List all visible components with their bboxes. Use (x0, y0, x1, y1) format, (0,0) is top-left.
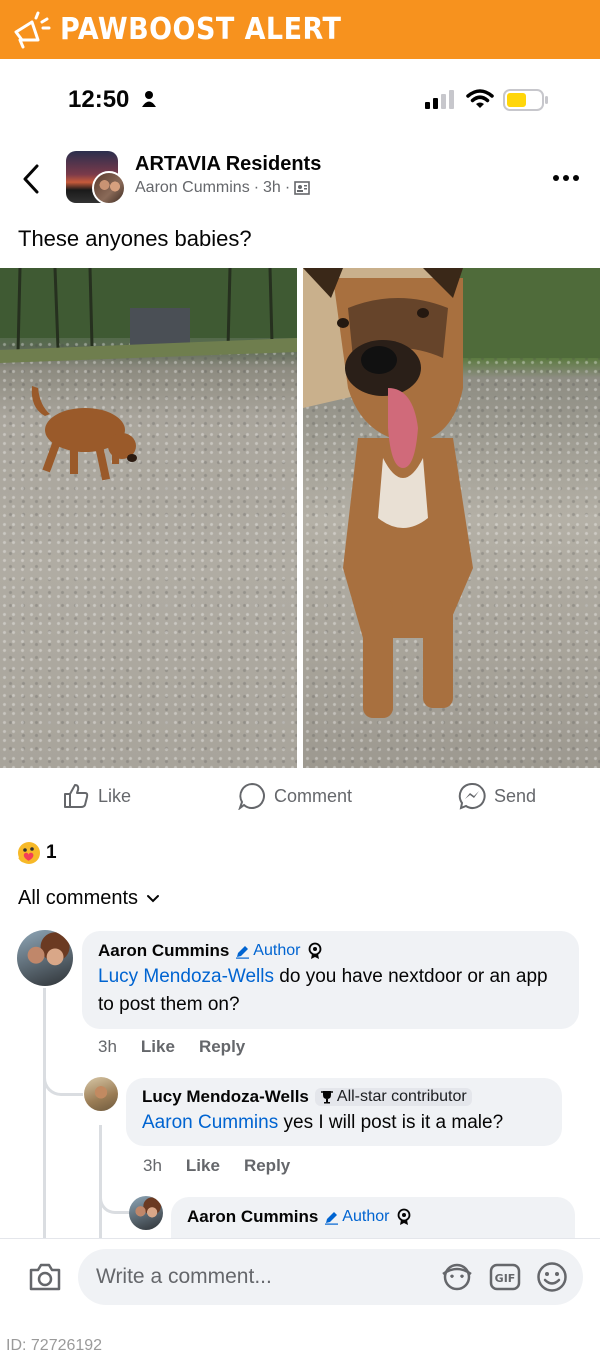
commenter-name[interactable]: Aaron Cummins (187, 1207, 318, 1227)
pencil-icon (236, 945, 250, 959)
camera-icon[interactable] (28, 1262, 62, 1292)
avatar-sticker-icon[interactable] (440, 1262, 474, 1292)
send-button[interactable]: Send (458, 782, 536, 810)
commenter-name[interactable]: Aaron Cummins (98, 941, 229, 961)
send-label: Send (494, 785, 537, 806)
author-badge: Author (235, 942, 300, 960)
comments-sort-dropdown[interactable]: All comments (18, 887, 160, 910)
like-label: Like (98, 785, 132, 806)
award-badge-icon (309, 942, 322, 959)
cellular-signal-icon (425, 90, 454, 109)
award-badge-icon (398, 1208, 411, 1225)
battery-icon (503, 89, 548, 111)
comment-meta: 3h Like Reply (98, 1037, 245, 1057)
trophy-icon (320, 1091, 333, 1104)
mention-link[interactable]: Lucy Mendoza-Wells (98, 966, 274, 987)
author-avatar[interactable] (92, 171, 126, 205)
comment-button[interactable]: Comment (238, 782, 352, 810)
commenter-name[interactable]: Lucy Mendoza-Wells (142, 1087, 309, 1107)
post-photo-1[interactable] (0, 268, 297, 768)
care-reaction-icon (18, 842, 40, 864)
group-avatar[interactable] (66, 151, 126, 205)
comment-reply-button[interactable]: Reply (199, 1037, 245, 1057)
chevron-down-icon (147, 894, 160, 902)
thumbs-up-icon (64, 784, 89, 808)
mention-link[interactable]: Aaron Cummins (142, 1112, 278, 1133)
post-meta: Aaron Cummins · 3h · (135, 179, 310, 197)
like-button[interactable]: Like (62, 782, 131, 810)
thread-connector (43, 1070, 83, 1096)
back-chevron-icon[interactable] (22, 164, 40, 194)
reaction-summary[interactable]: 1 (16, 840, 57, 866)
wifi-icon (466, 89, 494, 108)
reaction-count: 1 (46, 842, 57, 863)
more-options-icon[interactable] (552, 174, 580, 182)
pencil-icon (325, 1211, 339, 1225)
thread-line (99, 1125, 102, 1238)
dog-photo-2-illustration (303, 268, 600, 718)
group-privacy-icon (294, 181, 310, 195)
comment-like-button[interactable]: Like (141, 1037, 175, 1057)
author-badge: Author (324, 1208, 389, 1226)
post-photo-2[interactable] (303, 268, 600, 768)
commenter-avatar[interactable] (129, 1196, 163, 1230)
comment-meta: 3h Like Reply (143, 1156, 290, 1176)
post-author[interactable]: Aaron Cummins (135, 179, 250, 197)
comment-text: yes I will post is it a male? (278, 1112, 504, 1133)
post-actions: Like Comment Send (0, 780, 600, 816)
thread-connector (99, 1190, 129, 1214)
group-name[interactable]: ARTAVIA Residents (135, 153, 321, 176)
post-age: 3h (263, 179, 281, 196)
commenter-avatar[interactable] (17, 930, 73, 986)
comment-reply-button[interactable]: Reply (244, 1156, 290, 1176)
post-header: ARTAVIA Residents Aaron Cummins · 3h · (0, 148, 600, 208)
megaphone-icon (14, 11, 51, 48)
emoji-icon[interactable] (536, 1261, 568, 1293)
commenter-avatar[interactable] (84, 1077, 118, 1111)
person-icon (142, 91, 156, 107)
comment-composer: GIF (0, 1238, 600, 1314)
all-star-badge: All-star contributor (314, 1088, 472, 1106)
comment-bubble: Aaron Cummins Author Lucy Mendoza-Wells … (82, 931, 579, 1029)
comment-bubble: Lucy Mendoza-Wells All-star contributor … (126, 1078, 562, 1146)
status-time: 12:50 (68, 86, 130, 113)
gif-icon[interactable]: GIF (489, 1263, 521, 1291)
thread-line (43, 988, 46, 1238)
alert-title: PAWBOOST ALERT (60, 12, 342, 47)
comment-like-button[interactable]: Like (186, 1156, 220, 1176)
comment-bubble-icon (238, 782, 265, 810)
listing-id: ID: 72726192 (6, 1337, 103, 1354)
comment-age: 3h (98, 1037, 117, 1056)
status-bar: 12:50 (0, 80, 600, 120)
svg-text:GIF: GIF (495, 1272, 516, 1285)
comment-age: 3h (143, 1156, 162, 1175)
post-text: These anyones babies? (18, 226, 252, 251)
messenger-icon (458, 782, 486, 810)
pawboost-alert-banner: PAWBOOST ALERT (0, 0, 600, 59)
dog-photo-1-illustration (0, 268, 297, 481)
comment-label: Comment (274, 785, 353, 806)
comments-sort-label: All comments (18, 887, 139, 909)
